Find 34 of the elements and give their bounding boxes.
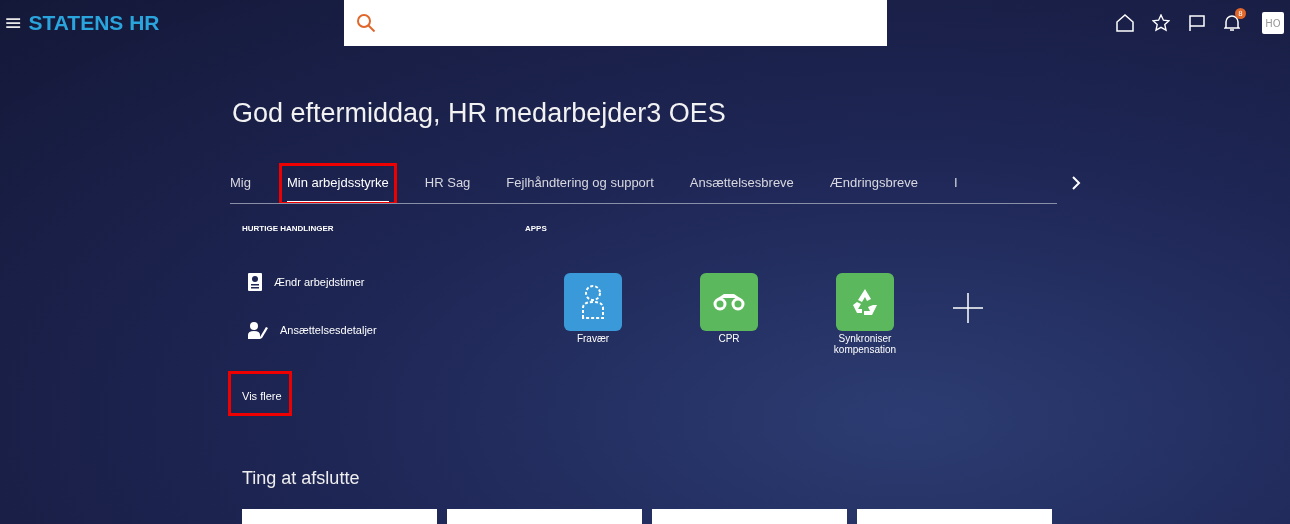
binoculars-icon [712,293,746,311]
bell-icon[interactable] [1224,14,1240,32]
star-icon[interactable] [1152,14,1170,32]
section-heading: Ting at afslutte [242,468,361,489]
tab[interactable]: Ansættelsesbreve [689,169,794,203]
person-outline-icon [579,284,607,320]
tab[interactable]: Min arbejdsstyrke [286,169,389,203]
app-tile[interactable] [564,273,622,331]
app-tile[interactable] [836,273,894,331]
tab[interactable]: Ændringsbreve [829,169,918,203]
app-label: CPR [717,333,741,344]
id-badge-icon [248,273,262,291]
search-field[interactable] [344,0,888,46]
app-label: Fravær [575,333,611,344]
tab[interactable]: HR Sag [424,169,471,203]
section-title: APPS [525,224,548,233]
home-icon[interactable] [1116,14,1134,32]
tab[interactable]: Mig [230,169,251,203]
show-more-link[interactable]: Vis flere [242,390,282,402]
flag-icon[interactable] [1188,14,1206,32]
logo: STATENS HR [28,11,161,35]
app-label: Synkroniser kompensation [832,333,898,355]
tab[interactable]: Fejlhåndtering og support [506,169,654,203]
quick-action-link[interactable]: Ansættelsesdetaljer [280,324,377,336]
quick-action-link[interactable]: Ændr arbejdstimer [274,276,365,288]
menu-icon[interactable]: ≡ [4,12,23,34]
chevron-right-icon[interactable] [1071,175,1081,190]
greeting-heading: God eftermiddag, HR medarbejder3 OES [232,98,727,129]
add-icon[interactable] [953,293,983,323]
search-icon [356,13,377,33]
app-tile[interactable] [700,273,758,331]
tab[interactable]: I [954,169,958,203]
section-title: HURTIGE HANDLINGER [242,224,335,233]
person-edit-icon [248,321,268,339]
